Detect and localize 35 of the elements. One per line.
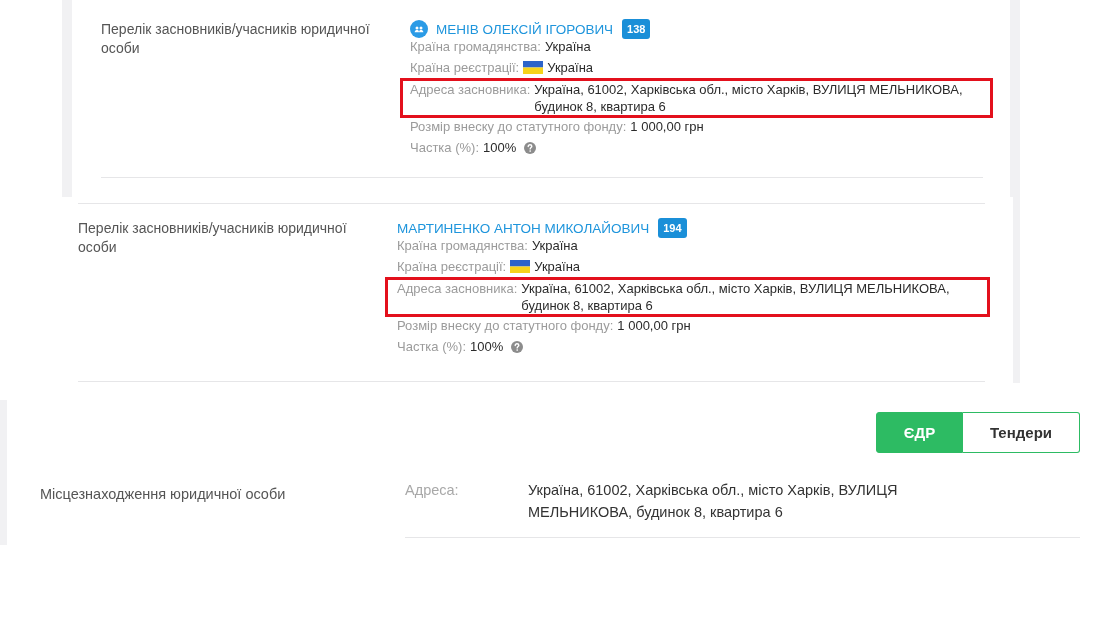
help-icon[interactable] [511, 341, 524, 353]
founder-name-link[interactable]: МЕНІВ ОЛЕКСІЙ ІГОРОВИЧ [436, 21, 614, 37]
count-badge: 138 [622, 19, 651, 39]
founder-name-link[interactable]: МАРТИНЕНКО АНТОН МИКОЛАЙОВИЧ [397, 220, 650, 236]
field-value: 100% [470, 338, 504, 356]
field-label: Частка (%): [397, 338, 466, 356]
field-value: Україна [534, 258, 581, 276]
field-value: Україна [531, 237, 578, 255]
section-label: Місцезнаходження юридичної особи [40, 485, 287, 504]
field-value: Україна [547, 59, 594, 77]
section-label: Перелік засновників/учасників юридичної особи [78, 219, 348, 257]
field-value: Україна, 61002, Харківська обл., місто Харків, ВУЛИЦЯ МЕЛЬНИКОВА, будинок 8, квартира 6 [521, 280, 951, 314]
field-label: Розмір внеску до статутного фонду: [397, 317, 614, 335]
field-label: Адреса засновника: [410, 81, 531, 98]
section-label: Перелік засновників/учасників юридичної особи [101, 20, 371, 58]
field-value: 100% [483, 139, 517, 157]
field-label: Адреса засновника: [397, 280, 518, 297]
field-value: 1 000,00 грн [617, 317, 691, 335]
field-value: Україна [544, 38, 591, 56]
flag-icon [510, 260, 531, 273]
field-label: Країна громадянства: [410, 38, 541, 56]
source-tab[interactable]: ЄДР [876, 412, 963, 453]
field-label: Адреса: [405, 481, 460, 500]
field-label: Країна реєстрації: [397, 258, 507, 276]
field-label: Країна реєстрації: [410, 59, 520, 77]
flag-icon [523, 61, 544, 74]
field-label: Розмір внеску до статутного фонду: [410, 118, 627, 136]
field-label: Частка (%): [410, 139, 479, 157]
field-label: Країна громадянства: [397, 237, 528, 255]
field-value: Україна, 61002, Харківська обл., місто Харків, ВУЛИЦЯ МЕЛЬНИКОВА, будинок 8, квартира 6 [534, 81, 964, 115]
field-value: 1 000,00 грн [630, 118, 704, 136]
source-tab[interactable]: Тендери [963, 412, 1080, 453]
help-icon[interactable] [524, 142, 537, 154]
address-value: Україна, 61002, Харківська обл., місто Харків, ВУЛИЦЯ МЕЛЬНИКОВА, будинок 8, квартира 6 [528, 481, 899, 522]
count-badge: 194 [658, 218, 687, 238]
